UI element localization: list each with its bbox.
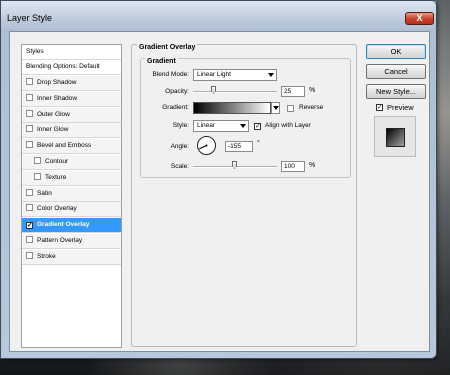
opacity-unit: %: [309, 87, 316, 94]
angle-dial-needle: [199, 144, 208, 150]
group-title: Gradient Overlay: [137, 44, 198, 51]
style-item-checkbox[interactable]: [26, 125, 33, 133]
style-item-label: Stroke: [37, 252, 56, 260]
angle-dial[interactable]: [197, 136, 216, 155]
styles-list: Styles Blending Options: Default Drop Sh…: [21, 44, 122, 348]
style-item-bevel-and-emboss[interactable]: Bevel and Emboss: [22, 139, 121, 155]
style-item-label: Color Overlay: [37, 205, 77, 213]
style-item-inner-shadow[interactable]: Inner Shadow: [22, 91, 121, 107]
style-item-satin[interactable]: Satin: [22, 186, 121, 202]
style-item-color-overlay[interactable]: Color Overlay: [22, 202, 121, 218]
style-item-label: Contour: [45, 158, 69, 165]
blend-mode-value: Linear Light: [197, 71, 231, 78]
title-bar[interactable]: Layer Style X: [1, 1, 436, 29]
cancel-button[interactable]: Cancel: [366, 64, 426, 79]
style-item-drop-shadow[interactable]: Drop Shadow: [22, 76, 121, 91]
scale-label: Scale:: [170, 163, 189, 170]
style-item-label: Texture: [45, 173, 67, 181]
close-button[interactable]: X: [405, 12, 434, 25]
align-with-layer-label: Align with Layer: [265, 122, 311, 129]
scale-unit: %: [309, 162, 316, 169]
reverse-checkbox[interactable]: [287, 105, 294, 112]
new-style-button[interactable]: New Style...: [366, 84, 426, 99]
opacity-input[interactable]: 25: [281, 86, 305, 97]
style-item-inner-glow[interactable]: Inner Glow: [22, 123, 121, 139]
blending-options-item[interactable]: Blending Options: Default: [22, 60, 121, 75]
gradient-label: Gradient:: [162, 104, 189, 111]
dialog-body: Styles Blending Options: Default Drop Sh…: [9, 31, 430, 352]
window-title: Layer Style: [7, 13, 53, 23]
style-item-label: Satin: [37, 189, 52, 197]
style-item-checkbox[interactable]: [26, 251, 33, 259]
style-item-stroke[interactable]: Stroke: [22, 249, 121, 265]
preview-swatch: [386, 128, 405, 147]
angle-unit: °: [257, 140, 260, 147]
scale-input[interactable]: 100: [281, 161, 305, 172]
style-item-label: Gradient Overlay: [37, 221, 90, 229]
style-item-checkbox[interactable]: [26, 222, 33, 230]
style-preview: [374, 116, 416, 157]
style-item-checkbox[interactable]: [34, 172, 41, 180]
angle-label: Angle:: [170, 143, 189, 150]
style-label: Style:: [172, 122, 189, 129]
style-item-checkbox[interactable]: [26, 204, 33, 212]
style-item-label: Outer Glow: [37, 110, 70, 118]
gradient-overlay-group: Gradient Overlay Gradient Blend Mode: Li…: [131, 44, 357, 347]
style-item-label: Inner Shadow: [37, 94, 78, 102]
preview-label: Preview: [387, 103, 414, 112]
reverse-label: Reverse: [299, 104, 324, 111]
style-item-contour[interactable]: Contour: [22, 155, 121, 170]
gradient-section: Gradient Blend Mode: Linear Light Opacit…: [140, 58, 351, 178]
chevron-down-icon: [240, 124, 246, 128]
style-value: Linear: [197, 122, 216, 129]
opacity-label: Opacity:: [165, 88, 189, 95]
gradient-picker-button[interactable]: [271, 102, 280, 114]
blending-options-label: Blending Options: Default: [26, 63, 100, 70]
style-item-outer-glow[interactable]: Outer Glow: [22, 107, 121, 123]
style-item-checkbox[interactable]: [26, 93, 33, 101]
preview-checkbox[interactable]: [376, 104, 383, 111]
style-item-gradient-overlay[interactable]: Gradient Overlay: [22, 218, 121, 234]
align-with-layer-checkbox[interactable]: [254, 123, 261, 130]
style-select[interactable]: Linear: [193, 120, 249, 132]
styles-header-label: Styles: [26, 48, 44, 55]
layer-style-dialog: Layer Style X Styles Blending Options: D…: [0, 0, 437, 359]
angle-input[interactable]: -155: [225, 141, 253, 152]
style-item-label: Pattern Overlay: [37, 237, 83, 244]
blend-mode-select[interactable]: Linear Light: [193, 69, 277, 81]
blend-mode-label: Blend Mode:: [152, 71, 190, 78]
style-item-pattern-overlay[interactable]: Pattern Overlay: [22, 234, 121, 249]
style-item-label: Inner Glow: [37, 126, 69, 134]
style-item-checkbox[interactable]: [26, 141, 33, 149]
style-item-label: Drop Shadow: [37, 79, 77, 86]
chevron-down-icon: [268, 73, 274, 77]
style-item-checkbox[interactable]: [26, 78, 33, 85]
styles-header[interactable]: Styles: [22, 45, 121, 60]
ok-button[interactable]: OK: [366, 44, 426, 59]
section-title: Gradient: [145, 58, 178, 65]
style-item-checkbox[interactable]: [34, 157, 41, 164]
gradient-swatch[interactable]: [193, 102, 271, 114]
style-item-texture[interactable]: Texture: [22, 170, 121, 186]
style-item-checkbox[interactable]: [26, 109, 33, 117]
style-item-checkbox[interactable]: [26, 236, 33, 243]
style-item-label: Bevel and Emboss: [37, 142, 92, 150]
style-item-checkbox[interactable]: [26, 188, 33, 196]
opacity-slider[interactable]: [193, 91, 277, 93]
